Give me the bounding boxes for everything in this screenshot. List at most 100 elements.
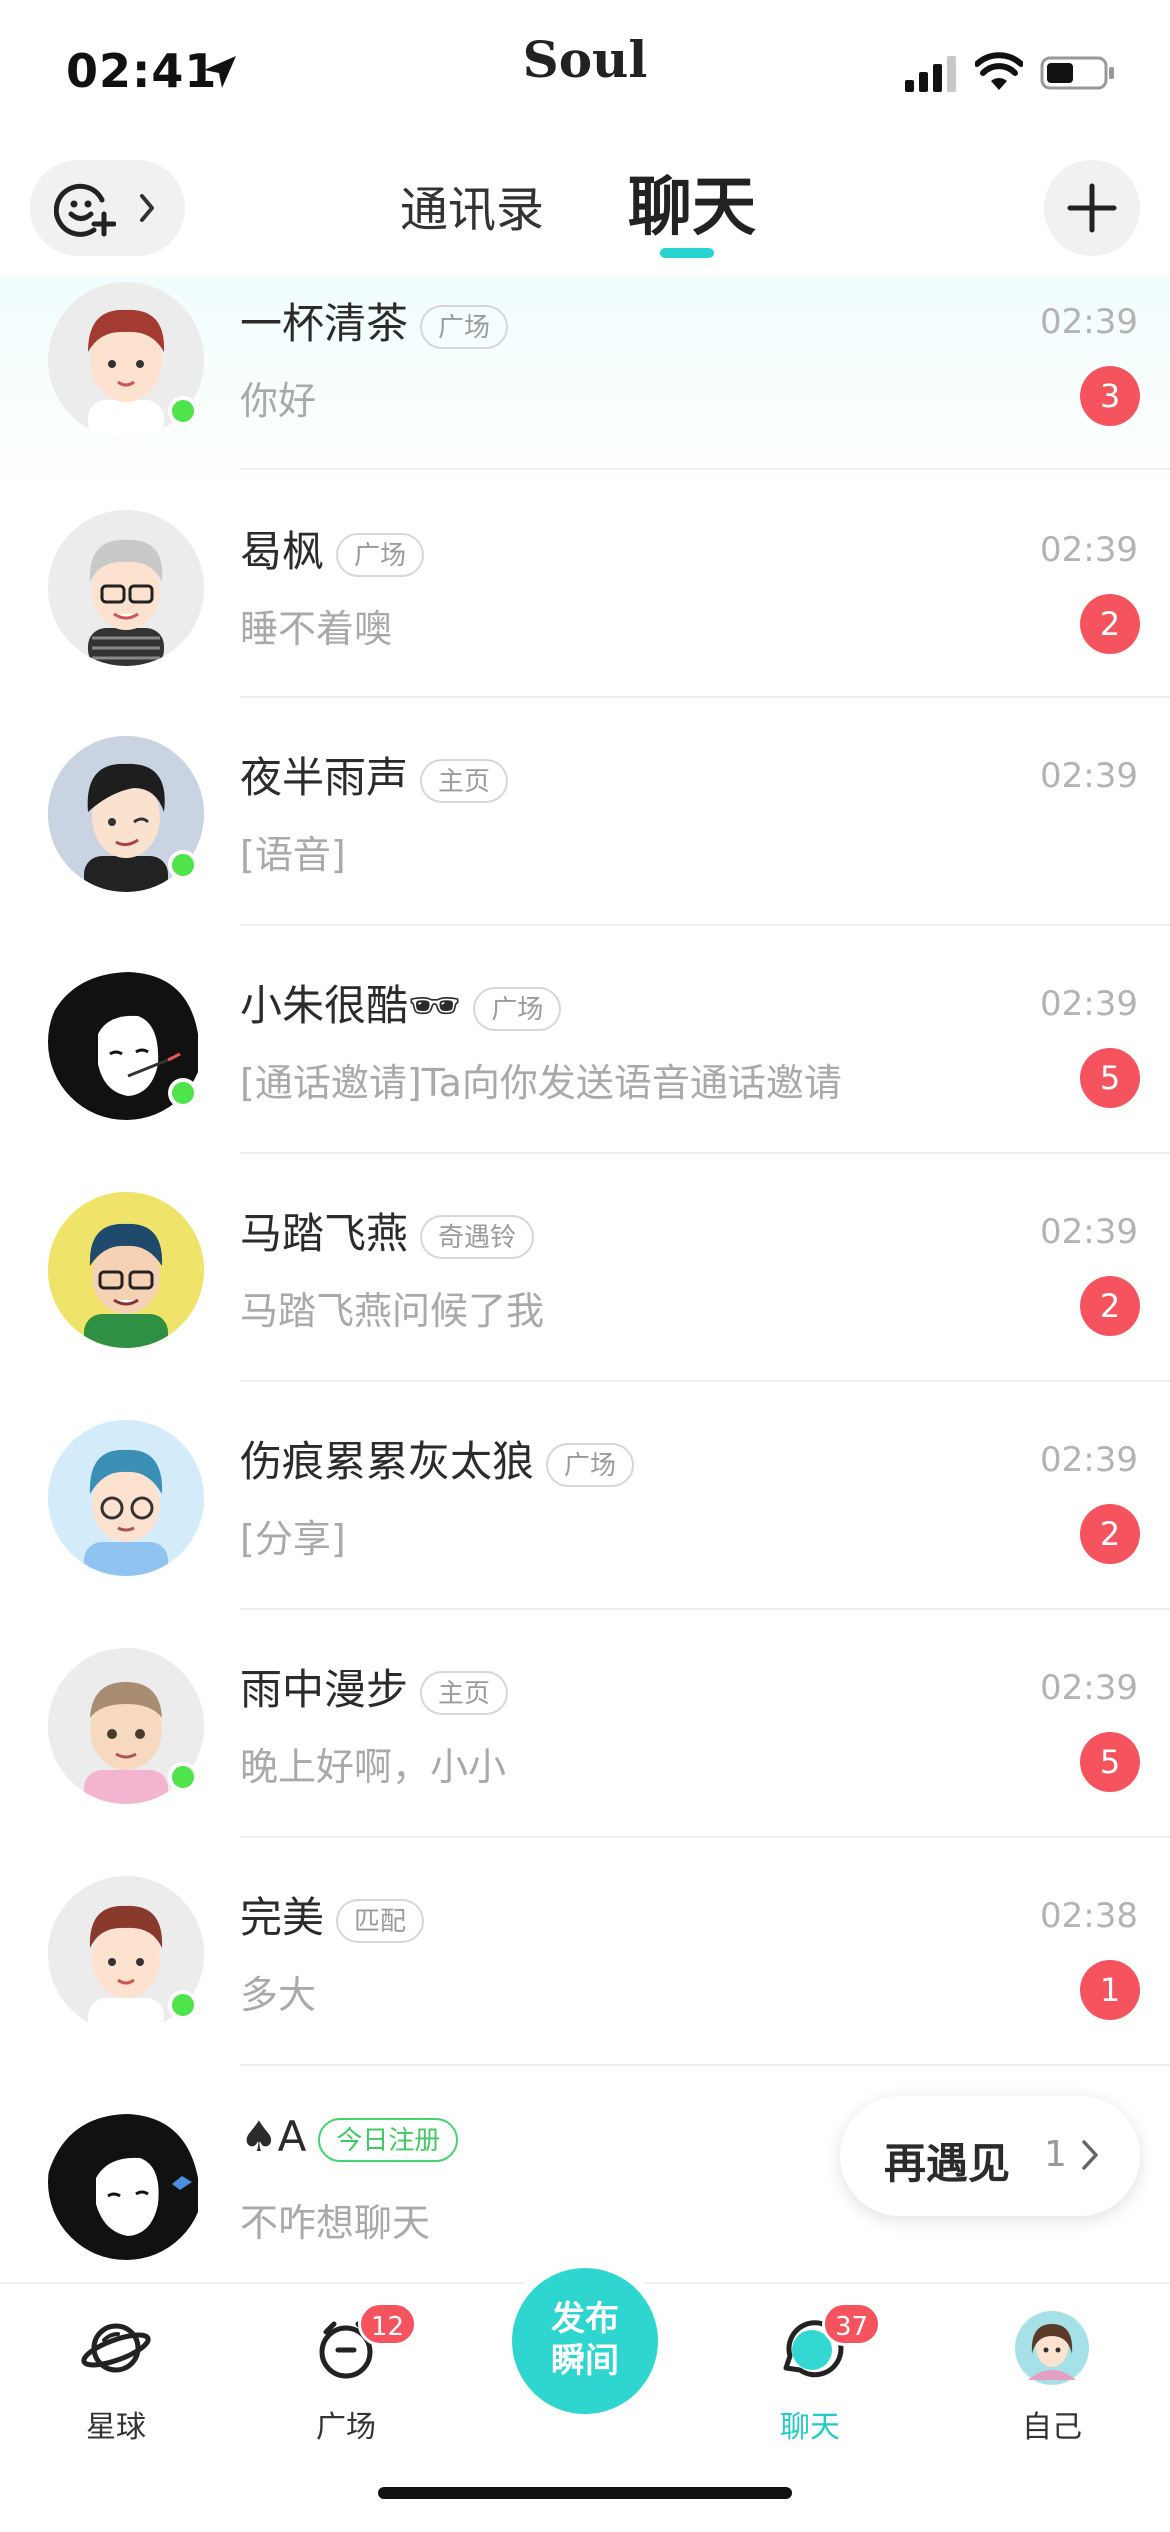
chat-name: 曷枫 广场 <box>240 518 425 579</box>
avatar-blue-hair-glasses-icon <box>48 1420 204 1576</box>
nav-me-label: 自己 <box>1022 2410 1082 2445</box>
wifi-icon <box>975 52 1023 90</box>
chat-row[interactable]: 雨中漫步 主页 02:39 晚上好啊，小小 5 <box>0 1610 1170 1838</box>
source-tag: 奇遇铃 <box>420 1214 535 1259</box>
avatar-anime-butterfly-icon <box>48 2104 204 2260</box>
chat-row[interactable]: 完美 匹配 02:38 多大 1 <box>0 1838 1170 2066</box>
chat-time: 02:39 <box>1040 984 1138 1024</box>
chat-row[interactable]: 曷枫 广场 02:39 睡不着噢 2 <box>0 470 1170 698</box>
chat-preview: 晚上好啊，小小 <box>240 1745 507 1789</box>
unread-badge: 1 <box>1080 1960 1140 2020</box>
chat-badge: 37 <box>822 2302 882 2346</box>
chat-time: 02:39 <box>1040 1668 1138 1708</box>
unread-badge: 5 <box>1080 1732 1140 1792</box>
chat-time: 02:39 <box>1040 1440 1138 1480</box>
mood-status-button[interactable] <box>30 160 185 256</box>
chat-preview: [通话邀请]Ta向你发送语音通话邀请 <box>240 1061 842 1105</box>
chat-preview: 多大 <box>240 1973 317 2017</box>
chat-preview: 你好 <box>240 379 317 423</box>
avatar[interactable] <box>48 1420 204 1576</box>
publish-label: 发布瞬间 <box>551 2299 619 2381</box>
online-status-dot <box>168 396 198 426</box>
chat-row[interactable]: 马踏飞燕 奇遇铃 02:39 马踏飞燕问候了我 2 <box>0 1154 1170 1382</box>
add-button[interactable] <box>1044 160 1140 256</box>
chat-list: 一杯清茶 广场 02:39 你好 3 曷枫 广场 02:39 睡不着噢 2 夜半… <box>0 276 1170 2260</box>
avatar[interactable] <box>48 2104 204 2260</box>
source-tag: 今日注册 <box>318 2117 459 2162</box>
nav-planet-label: 星球 <box>86 2410 146 2445</box>
avatar[interactable] <box>48 510 204 666</box>
unread-badge: 2 <box>1080 594 1140 654</box>
chat-preview: [语音] <box>240 833 346 877</box>
chat-row[interactable]: 伤痕累累灰太狼 广场 02:39 [分享] 2 <box>0 1382 1170 1610</box>
active-tab-indicator <box>660 248 714 258</box>
chat-name-text: ♠A <box>240 2112 307 2161</box>
nav-planet[interactable]: 星球 <box>36 2302 196 2452</box>
source-tag: 主页 <box>420 1670 509 1715</box>
chat-name-text: 雨中漫步 <box>240 1665 409 1714</box>
chat-time: 02:39 <box>1040 530 1138 570</box>
source-tag: 广场 <box>420 304 509 349</box>
source-tag: 匹配 <box>336 1898 425 1943</box>
chat-name: 一杯清茶 广场 <box>240 290 509 351</box>
chat-row[interactable]: 小朱很酷🕶 广场 02:39 [通话邀请]Ta向你发送语音通话邀请 5 <box>0 926 1170 1154</box>
chat-name: ♠A 今日注册 <box>240 2112 459 2162</box>
chat-name: 小朱很酷🕶 广场 <box>240 972 562 1033</box>
source-tag: 广场 <box>546 1442 635 1487</box>
plus-icon <box>1067 183 1117 233</box>
chat-name: 马踏飞燕 奇遇铃 <box>240 1200 535 1261</box>
unread-badge: 2 <box>1080 1276 1140 1336</box>
chat-time: 02:39 <box>1040 1212 1138 1252</box>
chat-name: 夜半雨声 主页 <box>240 744 509 805</box>
chat-preview: [分享] <box>240 1517 346 1561</box>
chat-name-text: 一杯清茶 <box>240 299 409 348</box>
chat-preview: 马踏飞燕问候了我 <box>240 1289 545 1333</box>
chat-name-text: 伤痕累累灰太狼 <box>240 1437 535 1486</box>
unread-badge: 3 <box>1080 366 1140 426</box>
chat-name: 完美 匹配 <box>240 1884 425 1945</box>
meet-again-count: 1 <box>1044 2134 1067 2175</box>
battery-icon <box>1040 56 1114 90</box>
smiley-add-icon <box>54 183 116 237</box>
header: 通讯录 聊天 <box>0 150 1170 270</box>
avatar-yellow-bg-glasses-icon <box>48 1192 204 1348</box>
square-badge: 12 <box>358 2302 418 2346</box>
chat-name: 伤痕累累灰太狼 广场 <box>240 1428 635 1489</box>
chat-name: 雨中漫步 主页 <box>240 1656 509 1717</box>
status-bar: 02:41 Soul <box>0 0 1170 150</box>
chevron-right-icon <box>140 194 154 222</box>
nav-chat[interactable]: 37 聊天 <box>730 2302 890 2452</box>
nav-chat-label: 聊天 <box>780 2410 840 2445</box>
nav-square-label: 广场 <box>316 2410 376 2445</box>
tab-contacts[interactable]: 通讯录 <box>400 170 544 240</box>
profile-avatar-icon <box>1015 2311 1089 2385</box>
nav-square[interactable]: 12 广场 <box>266 2302 426 2452</box>
chat-time: 02:39 <box>1040 302 1138 342</box>
chat-preview: 不咋想聊天 <box>240 2201 431 2245</box>
unread-badge: 5 <box>1080 1048 1140 1108</box>
chat-name-text: 夜半雨声 <box>240 753 409 802</box>
chevron-right-icon <box>1082 2140 1098 2170</box>
publish-moment-button[interactable]: 发布瞬间 <box>512 2268 658 2414</box>
meet-again-button[interactable]: 再遇见 1 <box>840 2096 1140 2216</box>
chat-preview: 睡不着噢 <box>240 607 393 651</box>
chat-name-text: 完美 <box>240 1893 325 1942</box>
source-tag: 主页 <box>420 758 509 803</box>
tab-chat[interactable]: 聊天 <box>628 156 756 248</box>
online-status-dot <box>168 1078 198 1108</box>
meet-again-label: 再遇见 <box>884 2139 1011 2188</box>
avatar-gray-hair-glasses-icon <box>48 510 204 666</box>
chat-time: 02:38 <box>1040 1896 1138 1936</box>
nav-me[interactable]: 自己 <box>972 2302 1132 2452</box>
unread-badge: 2 <box>1080 1504 1140 1564</box>
online-status-dot <box>168 1990 198 2020</box>
chat-name-text: 马踏飞燕 <box>240 1209 409 1258</box>
avatar[interactable] <box>48 1192 204 1348</box>
source-tag: 广场 <box>336 532 425 577</box>
signal-icon <box>905 56 956 92</box>
chat-time: 02:39 <box>1040 756 1138 796</box>
chat-name-text: 小朱很酷🕶 <box>240 981 462 1030</box>
planet-icon <box>81 2323 151 2373</box>
chat-row[interactable]: 夜半雨声 主页 02:39 [语音] <box>0 698 1170 926</box>
source-tag: 广场 <box>473 986 562 1031</box>
